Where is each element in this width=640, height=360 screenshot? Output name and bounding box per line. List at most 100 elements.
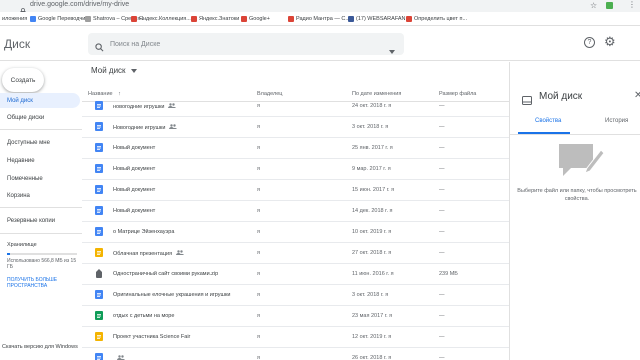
new-button[interactable]: Создать	[2, 68, 44, 92]
bookmark-item[interactable]: Google+	[241, 14, 270, 24]
details-panel: Мой диск ✕ Свойства История Выберите фай…	[509, 62, 640, 360]
file-row[interactable]: Новый документ я 25 янв. 2017 г. я —	[82, 138, 509, 159]
sidebar-item-shared-with-me[interactable]: Доступные мне	[0, 135, 80, 150]
sidebar-item-backups[interactable]: Резервные копии	[0, 213, 80, 228]
file-modified: 9 мар. 2017 г. я	[352, 166, 391, 172]
sidebar-item-trash[interactable]: Корзина	[0, 188, 80, 203]
file-size: —	[439, 145, 445, 151]
buy-storage-link[interactable]: ПОЛУЧИТЬ БОЛЬШЕ ПРОСТРАНСТВА	[7, 277, 79, 289]
file-row[interactable]: Оригинальные елочные украшения и игрушки…	[82, 285, 509, 306]
search-options-icon[interactable]	[389, 41, 395, 59]
bookmark-label: Яндекс.Знатоки	[199, 16, 240, 22]
file-size: —	[439, 313, 445, 319]
file-size: —	[439, 355, 445, 360]
bookmark-item[interactable]: Яндекс.Коллекция...	[131, 14, 191, 24]
google-docs-icon	[95, 101, 103, 110]
file-owner: я	[257, 229, 260, 235]
bookmarks-bar: иложения Google Переводчик Shatrova – Сред…	[0, 12, 640, 26]
google-docs-icon	[95, 353, 103, 360]
bookmark-label: Google+	[249, 16, 270, 22]
google-docs-icon	[95, 185, 103, 194]
file-row[interactable]: отдых с детьми на море я 23 мая 2017 г. я —	[82, 306, 509, 327]
tab-history[interactable]: История	[605, 118, 628, 124]
file-row[interactable]: Новый документ я 14 дек. 2018 г. я —	[82, 201, 509, 222]
search-icon[interactable]	[95, 39, 104, 57]
file-name	[113, 355, 125, 360]
file-owner: я	[257, 334, 260, 340]
file-list-area: Мой диск Название ↑ Владелец По дате изм…	[82, 62, 509, 360]
storage-bar	[7, 253, 77, 255]
google-docs-icon	[95, 143, 103, 152]
browser-url-bar[interactable]: drive.google.com/drive/my-drive ☆ ⋮	[0, 0, 640, 15]
storage-label: Хранилище	[7, 242, 37, 248]
file-name: Новый документ	[113, 166, 156, 172]
file-name: отдых с детьми на море	[113, 313, 175, 319]
bookmark-favicon-icon	[288, 16, 294, 22]
url-text[interactable]: drive.google.com/drive/my-drive	[30, 1, 129, 8]
file-name: Новый документ	[113, 145, 156, 151]
bookmark-item[interactable]: Определить цвет п...	[406, 14, 467, 24]
settings-gear-icon[interactable]: ⚙	[604, 34, 616, 50]
file-modified: 11 июн. 2016 г. я	[352, 271, 394, 277]
download-windows-link[interactable]: Скачать версию для Windows	[2, 344, 80, 351]
bookmark-item[interactable]: (17) WEBSARAFAN...	[348, 14, 410, 24]
search-box[interactable]	[88, 33, 404, 55]
tab-details[interactable]: Свойства	[535, 118, 561, 124]
file-name: новогодние игрушки	[113, 103, 177, 110]
bookmark-item[interactable]: Яндекс.Знатоки	[191, 14, 239, 24]
file-row[interactable]: Новый документ я 9 мар. 2017 г. я —	[82, 159, 509, 180]
file-modified: 10 окт. 2019 г. я	[352, 229, 392, 235]
bookmark-label: Яндекс.Коллекция...	[139, 16, 191, 22]
star-icon[interactable]: ☆	[590, 1, 597, 10]
file-owner: я	[257, 103, 260, 109]
file-owner: я	[257, 313, 260, 319]
file-size: —	[439, 166, 445, 172]
bookmark-label: Google Переводчик	[38, 16, 88, 22]
google-slides-icon	[95, 248, 103, 257]
bookmark-item[interactable]: Радио Мантра — С...	[288, 14, 350, 24]
help-icon[interactable]: ?	[584, 37, 595, 48]
close-icon[interactable]: ✕	[634, 90, 640, 101]
file-size: —	[439, 250, 445, 256]
sidebar-item-my-drive[interactable]: Мой диск	[0, 93, 80, 108]
location-dropdown[interactable]: Мой диск	[91, 66, 137, 75]
file-modified: 27 окт. 2018 г. я	[352, 250, 392, 256]
bookmark-favicon-icon	[406, 16, 412, 22]
file-owner: я	[257, 292, 260, 298]
file-modified: 23 мая 2017 г. я	[352, 313, 393, 319]
bookmark-favicon-icon	[348, 16, 354, 22]
bookmark-label: Определить цвет п...	[414, 16, 468, 22]
file-size: —	[439, 103, 445, 109]
file-row[interactable]: Новый документ я 15 июн. 2017 г. я —	[82, 180, 509, 201]
bookmark-item[interactable]: иложения	[2, 14, 27, 24]
search-input[interactable]	[110, 36, 370, 52]
menu-dots-icon[interactable]: ⋮	[628, 0, 636, 9]
file-owner: я	[257, 355, 260, 360]
file-row[interactable]: Облачная презентация я 27 окт. 2018 г. я —	[82, 243, 509, 264]
sidebar-item-shared-drives[interactable]: Общие диски	[0, 110, 80, 125]
file-modified: 15 июн. 2017 г. я	[352, 187, 395, 193]
extension-icon[interactable]	[606, 2, 613, 9]
sidebar-item-starred[interactable]: Помеченные	[0, 171, 80, 186]
shared-people-icon	[169, 124, 178, 131]
file-modified: 3 окт. 2018 г. я	[352, 292, 389, 298]
file-row[interactable]: Проект участника Science Fair я 12 окт. 20…	[82, 327, 509, 348]
file-details-illustration-icon	[557, 142, 605, 185]
bookmark-favicon-icon	[30, 16, 36, 22]
file-modified: 25 янв. 2017 г. я	[352, 145, 393, 151]
file-row[interactable]: Новогодние игрушки я 3 окт. 2018 г. я —	[82, 117, 509, 138]
file-size: —	[439, 334, 445, 340]
file-name: Новый документ	[113, 208, 156, 214]
file-row[interactable]: новогодние игрушки я 24 окт. 2018 г. я —	[82, 96, 509, 117]
file-row[interactable]: о Матрице Эйзенхауэра я 10 окт. 2019 г. я —	[82, 222, 509, 243]
file-row[interactable]: я 26 окт. 2018 г. я —	[82, 348, 509, 360]
bookmark-item[interactable]: Google Переводчик	[30, 14, 88, 24]
app-title[interactable]: Диск	[4, 37, 30, 51]
drive-icon	[522, 92, 532, 110]
file-row[interactable]: Одностраничный сайт своими руками.zip я 11…	[82, 264, 509, 285]
storage-used-text: Использовано 566,8 МБ из 15 ГБ	[7, 258, 77, 270]
sidebar-item-recent[interactable]: Недавние	[0, 153, 80, 168]
divider	[0, 233, 82, 234]
shared-people-icon	[176, 250, 185, 257]
file-size: —	[439, 292, 445, 298]
